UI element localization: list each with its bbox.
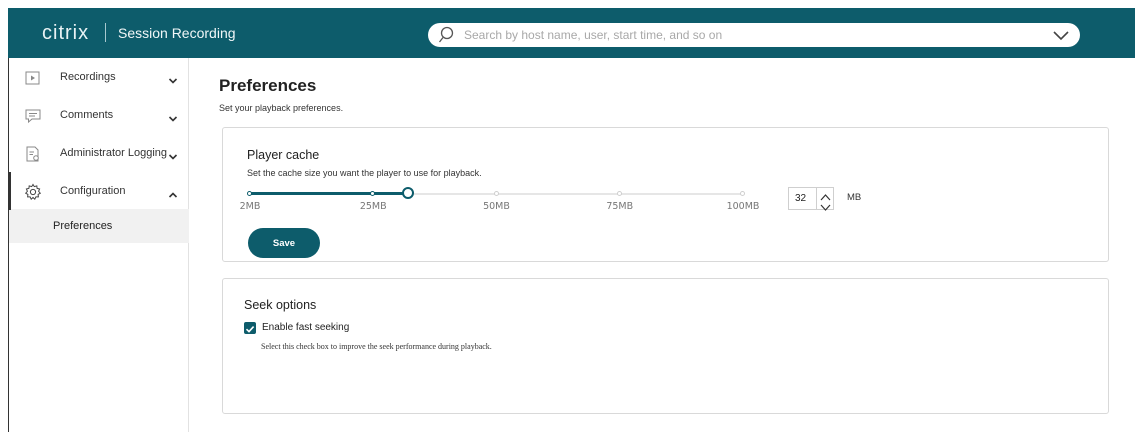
chevron-up-icon[interactable] — [168, 186, 178, 204]
sidebar-item-comments[interactable]: Comments — [8, 100, 189, 138]
stepper-down-icon[interactable] — [819, 199, 832, 211]
sidebar-item-recordings[interactable]: Recordings — [8, 62, 189, 100]
chevron-down-icon[interactable] — [168, 110, 178, 128]
gear-icon — [24, 183, 42, 201]
chevron-down-icon[interactable] — [168, 148, 178, 166]
search-icon[interactable] — [438, 26, 454, 49]
slider-stop-label: 25MB — [359, 201, 387, 212]
citrix-logo: citrix — [42, 22, 90, 44]
player-cache-title: Player cache — [247, 148, 320, 162]
app-frame: citrix Session Recording Search by host … — [8, 8, 1135, 432]
save-button[interactable]: Save — [248, 228, 320, 258]
slider-thumb[interactable] — [401, 187, 414, 199]
checkmark-icon — [245, 326, 255, 333]
page-title: Preferences — [219, 76, 317, 95]
slider-stop[interactable] — [247, 191, 252, 196]
brand-divider — [105, 23, 106, 42]
sidebar-item-administrator-logging[interactable]: Administrator Logging — [8, 138, 189, 176]
stepper-value[interactable]: 32 — [795, 193, 806, 204]
slider-stop[interactable] — [616, 191, 622, 196]
fast-seeking-label[interactable]: Enable fast seeking — [262, 322, 349, 333]
stepper-buttons — [816, 188, 834, 211]
cache-size-slider[interactable]: 2MB 25MB 50MB 75MB 100MB — [239, 184, 759, 214]
search-input[interactable] — [464, 26, 1024, 44]
top-bar: citrix Session Recording — [8, 8, 1135, 58]
play-icon — [24, 69, 42, 87]
chevron-down-icon[interactable] — [1052, 28, 1070, 46]
player-cache-description: Set the cache size you want the player t… — [247, 168, 482, 178]
sidebar: Recordings Comments Administrator Loggin… — [8, 58, 189, 432]
seek-options-title: Seek options — [244, 298, 317, 312]
slider-stop-label: 100MB — [726, 201, 760, 212]
slider-stop-label: 2MB — [239, 201, 261, 212]
fast-seeking-help: Select this check box to improve the see… — [261, 342, 492, 351]
sidebar-subitem-preferences[interactable]: Preferences — [8, 209, 189, 243]
slider-stop-label: 50MB — [483, 201, 510, 212]
fast-seeking-checkbox[interactable] — [244, 322, 256, 334]
page-subtitle: Set your playback preferences. — [219, 103, 344, 113]
sidebar-item-label: Administrator Logging — [60, 147, 168, 159]
cache-unit-label: MB — [847, 192, 862, 203]
product-name: Session Recording — [118, 25, 236, 41]
slider-stop[interactable] — [370, 191, 376, 196]
comment-icon — [24, 107, 42, 125]
stepper-up-icon[interactable] — [819, 189, 832, 201]
chevron-down-icon[interactable] — [168, 72, 178, 90]
seek-options-card: Seek options Enable fast seeking Select … — [222, 278, 1109, 414]
slider-stop[interactable] — [493, 191, 499, 196]
sidebar-item-label: Comments — [60, 109, 114, 121]
slider-fill — [250, 192, 408, 195]
sidebar-item-label: Recordings — [60, 71, 116, 83]
left-edge-line — [8, 58, 9, 432]
main-content: Preferences Set your playback preference… — [189, 58, 1135, 432]
audit-log-icon — [24, 145, 42, 163]
player-cache-card: Player cache Set the cache size you want… — [222, 127, 1109, 262]
cache-size-stepper[interactable]: 32 — [788, 187, 834, 211]
sidebar-item-label: Configuration — [60, 185, 126, 197]
search-bar[interactable] — [428, 23, 1080, 47]
slider-stop-label: 75MB — [606, 201, 634, 212]
slider-stop[interactable] — [740, 191, 745, 196]
sidebar-subitem-label: Preferences — [53, 220, 113, 232]
